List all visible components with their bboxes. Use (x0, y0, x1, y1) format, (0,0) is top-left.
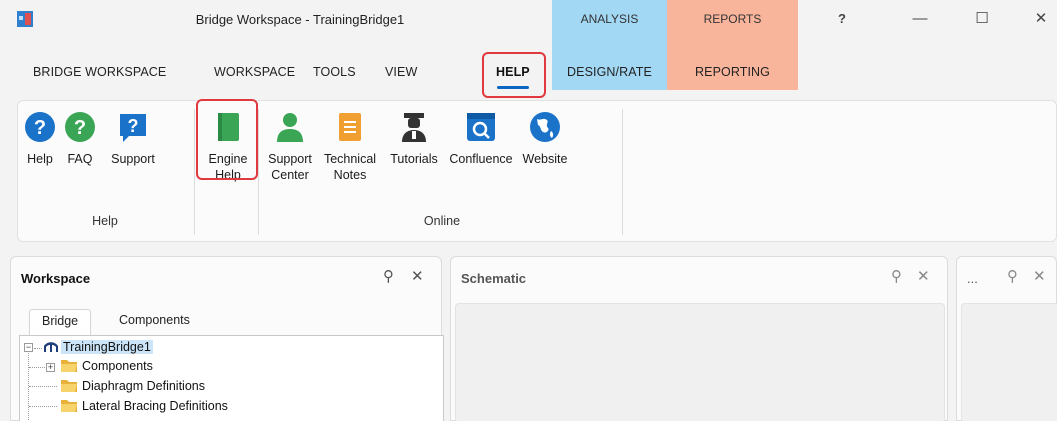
technical-notes-button[interactable]: Technical Notes (318, 111, 382, 183)
folder-icon (61, 360, 77, 372)
support-center-label-line2: Center (271, 168, 309, 182)
pin-icon[interactable]: ⚲ (891, 267, 902, 285)
technical-notes-label-line1: Technical (323, 152, 377, 166)
expand-components-icon[interactable]: + (46, 363, 55, 372)
help-group-label: Help (92, 214, 118, 228)
pin-icon[interactable]: ⚲ (383, 267, 394, 285)
website-button[interactable]: Website (518, 111, 572, 167)
folder-icon (61, 380, 77, 392)
support-center-label-line1: Support (268, 152, 312, 166)
help-tab-highlight (482, 52, 546, 98)
tree-root-label: TrainingBridge1 (61, 340, 153, 354)
reports-group-label: REPORTS (703, 12, 762, 26)
help-circle-icon: ? (25, 112, 55, 142)
group-separator (194, 109, 195, 235)
faq-button[interactable]: ? FAQ (62, 111, 98, 167)
tab-reporting[interactable]: REPORTING (667, 65, 798, 79)
tab-workspace[interactable]: WORKSPACE (214, 65, 295, 79)
pin-icon[interactable]: ⚲ (1007, 267, 1018, 285)
bridge-icon (44, 342, 58, 352)
side-panel-canvas[interactable] (961, 303, 1057, 421)
faq-circle-icon: ? (65, 112, 95, 142)
group-separator (622, 109, 623, 235)
tab-components[interactable]: Components (107, 309, 202, 335)
tutorials-label: Tutorials (390, 152, 438, 166)
help-question-button[interactable]: ? (827, 8, 857, 30)
confluence-button[interactable]: Confluence (446, 111, 516, 167)
globe-icon (530, 112, 560, 142)
schematic-panel: Schematic ⚲ ✕ (450, 256, 948, 421)
group-separator (258, 109, 259, 235)
schematic-panel-title: Schematic (461, 271, 527, 286)
collapse-root-icon[interactable]: − (24, 343, 33, 352)
minimize-button[interactable]: — (905, 8, 935, 30)
online-group-label: Online (423, 214, 461, 228)
help-button-label: Help (27, 152, 53, 166)
svg-text:?: ? (34, 117, 46, 139)
maximize-button[interactable]: ☐ (967, 8, 997, 30)
support-button[interactable]: ? Support (104, 111, 162, 167)
close-button[interactable]: ✕ (1026, 8, 1056, 30)
close-panel-icon[interactable]: ✕ (917, 267, 930, 285)
technical-notes-label-line2: Notes (333, 168, 367, 182)
side-panel-title: ... (967, 271, 978, 286)
folder-icon (61, 400, 77, 412)
analysis-group-label: ANALYSIS (580, 12, 639, 26)
tab-bridge[interactable]: Bridge (29, 309, 92, 335)
search-window-icon (467, 113, 495, 141)
workspace-panel-title: Workspace (21, 271, 91, 286)
notes-icon (339, 113, 361, 141)
title-bar: Bridge Workspace - TrainingBridge1 ANALY… (0, 0, 1057, 38)
schematic-canvas[interactable] (455, 303, 945, 421)
help-button[interactable]: ? Help (22, 111, 58, 167)
graduate-icon (402, 113, 426, 142)
ribbon: ? Help ? FAQ ? Support Help Engine Help (17, 100, 1057, 242)
svg-text:?: ? (128, 116, 139, 136)
bridge-tree: − TrainingBridge1 + Components Diaphragm… (19, 335, 444, 421)
support-center-button[interactable]: Support Center (262, 111, 318, 183)
website-label: Website (522, 152, 568, 166)
tab-bridge-workspace[interactable]: BRIDGE WORKSPACE (33, 65, 166, 79)
tab-tools[interactable]: TOOLS (313, 65, 356, 79)
tree-root-item[interactable]: TrainingBridge1 (61, 340, 153, 354)
tree-item-components[interactable]: Components (82, 359, 153, 373)
tab-view[interactable]: VIEW (385, 65, 417, 79)
side-panel: ... ⚲ ✕ (956, 256, 1057, 421)
tree-item-diaphragm-definitions[interactable]: Diaphragm Definitions (82, 379, 205, 393)
tab-design-rate[interactable]: DESIGN/RATE (552, 65, 667, 79)
close-panel-icon[interactable]: ✕ (1033, 267, 1046, 285)
confluence-label: Confluence (449, 152, 513, 166)
window-title: Bridge Workspace - TrainingBridge1 (195, 12, 405, 27)
workspace-panel: Workspace ⚲ ✕ Bridge Components − Traini… (10, 256, 444, 421)
support-chat-icon: ? (120, 114, 146, 142)
close-panel-icon[interactable]: ✕ (411, 267, 424, 285)
support-button-label: Support (111, 152, 155, 166)
tutorials-button[interactable]: Tutorials (384, 111, 444, 167)
tree-item-lateral-bracing-definitions[interactable]: Lateral Bracing Definitions (82, 399, 228, 413)
engine-help-highlight (196, 99, 258, 180)
faq-button-label: FAQ (67, 152, 93, 166)
person-icon (277, 113, 303, 142)
svg-text:?: ? (74, 117, 86, 139)
